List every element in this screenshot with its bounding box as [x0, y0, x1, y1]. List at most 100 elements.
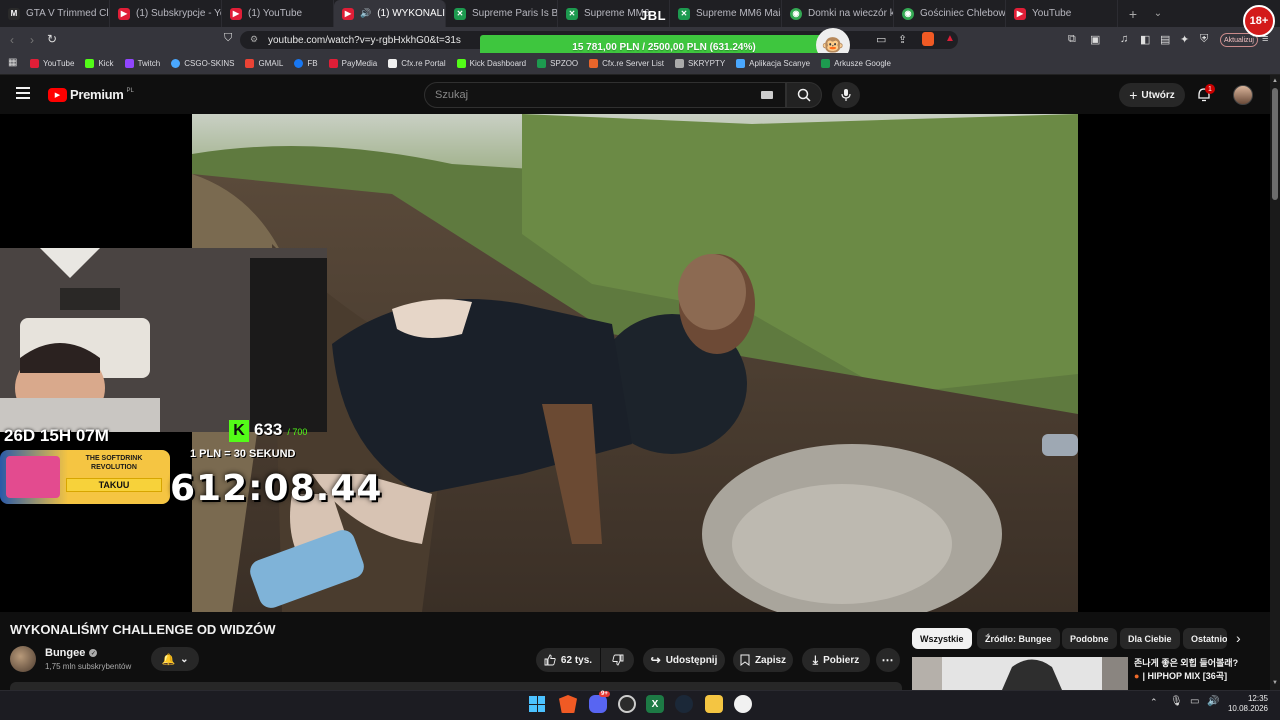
recommendation-title-line: | HIPHOP MIX [36곡]: [1142, 671, 1228, 681]
bookmark-cfx-server-list[interactable]: Cfx.re Server List: [589, 59, 664, 68]
bookmark-paymedia[interactable]: PayMedia: [328, 59, 377, 68]
bookmark-spzoo[interactable]: SPZOO: [537, 59, 578, 68]
account-avatar[interactable]: [1233, 85, 1253, 105]
keyboard-icon[interactable]: [761, 91, 773, 99]
search-button[interactable]: [786, 82, 822, 108]
reload-icon[interactable]: ↻: [47, 32, 57, 46]
tab-active-video[interactable]: ▶ 🔊 (1) WYKONALI ✕: [334, 0, 446, 27]
bookmark-label: CSGO-SKINS: [184, 59, 235, 68]
region-code: PL: [126, 87, 134, 94]
youtube-play-icon: ▶: [48, 87, 67, 102]
search-input[interactable]: Szukaj: [424, 82, 786, 108]
description-box[interactable]: [10, 682, 902, 690]
scrollbar-thumb[interactable]: [1272, 88, 1278, 200]
sidebar-toggle-icon[interactable]: ▣: [1090, 33, 1100, 46]
download-button[interactable]: ⤓ Pobierz: [802, 648, 870, 672]
bookmark-skrypty[interactable]: SKRYPTY: [674, 59, 725, 68]
panel-icon[interactable]: ◧: [1140, 33, 1150, 46]
tab-youtube-2[interactable]: ▶ YouTube: [1006, 0, 1118, 27]
volume-icon[interactable]: 🔊: [1207, 696, 1219, 707]
tab-youtube[interactable]: ▶ (1) YouTube: [222, 0, 334, 27]
system-clock[interactable]: 12:35 10.08.2026: [1226, 694, 1268, 714]
tab-label: Domki na wieczór kaw: [808, 8, 893, 19]
save-label: Zapisz: [754, 654, 787, 666]
tab-gta-clip[interactable]: M GTA V Trimmed Clip 1: [0, 0, 110, 27]
thumbs-down-icon: [611, 654, 623, 666]
chip-recent[interactable]: Ostatnio: [1183, 628, 1227, 649]
bookmark-google-sheets[interactable]: Arkusze Google: [821, 59, 891, 68]
wallet-icon[interactable]: ▤: [1160, 33, 1170, 46]
share-button[interactable]: ↪ Udostępnij: [643, 648, 725, 672]
ai-icon[interactable]: ✦: [1180, 33, 1189, 46]
recommendation-title[interactable]: 존나게 좋은 외힙 들어볼래? ● | HIPHOP MIX [36곡]: [1134, 657, 1264, 683]
forward-icon[interactable]: ›: [30, 33, 34, 47]
kick-goal-counter: K 633 / 700: [229, 420, 307, 442]
tab-domki[interactable]: ◉ Domki na wieczór kaw: [782, 0, 894, 27]
steam-icon[interactable]: [675, 695, 693, 713]
bookmark-csgo-skins[interactable]: CSGO-SKINS: [171, 59, 234, 68]
windows-start-icon[interactable]: [529, 696, 545, 712]
music-icon[interactable]: ♫: [1120, 33, 1128, 45]
bookmark-scanye[interactable]: Aplikacja Scanye: [736, 59, 810, 68]
channel-name-row[interactable]: Bungee ✓: [45, 647, 98, 659]
apps-grid-icon[interactable]: ▦: [8, 57, 17, 68]
chips-next-chevron-icon[interactable]: ›: [1236, 630, 1241, 646]
tray-chevron-up-icon[interactable]: ⌃: [1150, 697, 1158, 708]
voice-search-button[interactable]: [832, 82, 860, 108]
new-tab-button[interactable]: +: [1118, 6, 1148, 22]
tripadvisor-icon: ◉: [790, 7, 802, 20]
extensions-icon[interactable]: ⧉: [1068, 33, 1076, 46]
video-player[interactable]: 26D 15H 07M THE SOFTDRINK REVOLUTION TAK…: [0, 114, 1270, 612]
bookmark-kick-dashboard[interactable]: Kick Dashboard: [456, 59, 526, 68]
bookmark-kick[interactable]: Kick: [85, 59, 114, 68]
create-button[interactable]: + Utwórz: [1119, 83, 1185, 107]
brave-shield-icon[interactable]: [922, 32, 934, 46]
bookmark-cfx-portal[interactable]: Cfx.re Portal: [388, 59, 446, 68]
bookmark-label: Cfx.re Server List: [602, 59, 664, 68]
share-page-icon[interactable]: ⇪: [898, 33, 907, 46]
excel-icon[interactable]: X: [646, 695, 664, 713]
back-icon[interactable]: ‹: [10, 33, 14, 47]
vpn-icon[interactable]: ⛨: [1200, 33, 1208, 46]
hamburger-menu-icon[interactable]: [16, 87, 30, 99]
tab-subscriptions[interactable]: ▶ (1) Subskrypcje - YouT: [110, 0, 222, 27]
youtube-premium-logo[interactable]: ▶ Premium PL: [48, 87, 134, 102]
tab-supreme-mm6-maison[interactable]: ✕ Supreme MM6 Maiso: [670, 0, 782, 27]
brave-rewards-icon[interactable]: ▲: [945, 33, 955, 44]
tab-supreme-paris[interactable]: ✕ Supreme Paris Is Burn: [446, 0, 558, 27]
site-info-icon[interactable]: ⚙: [250, 34, 258, 45]
microphone-tray-icon[interactable]: 🎙: [1170, 696, 1183, 707]
more-actions-button[interactable]: ⋯: [876, 648, 900, 672]
tab-label: Supreme MM6 Maiso: [696, 8, 782, 19]
network-icon[interactable]: ▭: [1190, 696, 1199, 707]
recommendation-thumbnail[interactable]: [912, 657, 1128, 690]
wolf-app-icon[interactable]: [734, 695, 752, 713]
bookmark-youtube[interactable]: YouTube: [30, 59, 74, 68]
logo-text: Premium: [70, 87, 124, 102]
discord-icon[interactable]: 9+: [589, 691, 610, 713]
chip-for-you[interactable]: Dla Ciebie: [1120, 628, 1180, 649]
cast-icon[interactable]: ▭: [876, 33, 886, 46]
chip-source[interactable]: Źródło: Bungee: [977, 628, 1060, 649]
bookmark-icon[interactable]: ⛉: [224, 32, 232, 45]
notifications-button[interactable]: 1: [1196, 84, 1215, 103]
subathon-timer: 612:08.44: [170, 468, 383, 509]
save-button[interactable]: Zapisz: [733, 648, 793, 672]
channel-avatar[interactable]: [10, 646, 36, 672]
taskbar: [0, 690, 1280, 720]
obs-icon[interactable]: [618, 695, 636, 713]
bookmark-gmail[interactable]: GMAIL: [245, 59, 283, 68]
scroll-down-arrow-icon[interactable]: ▼: [1272, 680, 1278, 686]
tab-list-chevron-icon[interactable]: ⌄: [1148, 8, 1168, 19]
subscribed-notifications-button[interactable]: 🔔 ⌄: [151, 647, 199, 671]
brave-browser-icon[interactable]: [559, 695, 577, 713]
tab-gosciniec[interactable]: ◉ Gościniec Chlebowy Z: [894, 0, 1006, 27]
scroll-up-arrow-icon[interactable]: ▲: [1272, 78, 1278, 84]
file-explorer-icon[interactable]: [705, 695, 723, 713]
dislike-button[interactable]: [601, 648, 634, 672]
like-button[interactable]: 62 tys.: [536, 648, 600, 672]
bookmark-fb[interactable]: FB: [294, 59, 318, 68]
chip-similar[interactable]: Podobne: [1062, 628, 1117, 649]
bookmark-twitch[interactable]: Twitch: [124, 59, 160, 68]
chip-all[interactable]: Wszystkie: [912, 628, 972, 649]
